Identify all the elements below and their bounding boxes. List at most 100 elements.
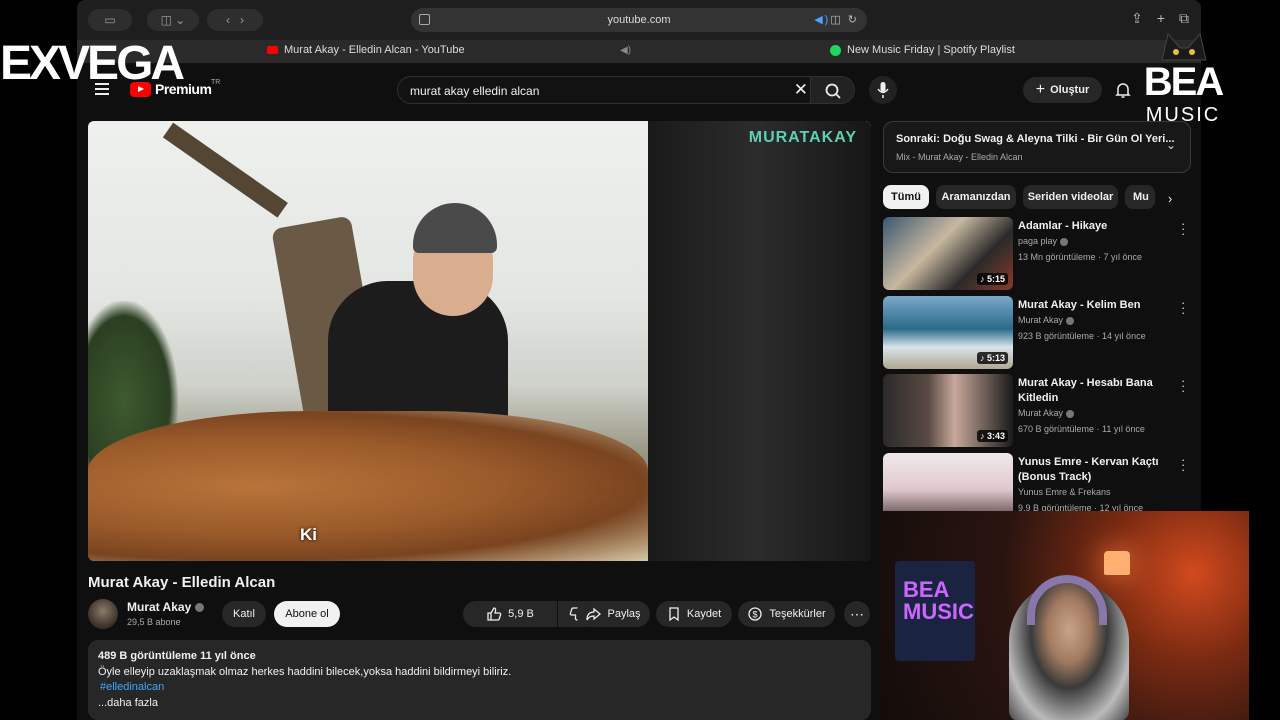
video-title[interactable]: Murat Akay - Hesabı Bana Kitledin xyxy=(1018,376,1178,406)
address-bar[interactable]: youtube.com ◀)◫ ↻ xyxy=(411,8,867,32)
more-vertical-icon[interactable]: · · · xyxy=(1181,374,1191,397)
chip-music[interactable]: Mu xyxy=(1125,185,1155,209)
subscribe-button[interactable]: Abone ol xyxy=(274,601,340,627)
clear-search-icon[interactable]: ✕ xyxy=(794,80,808,100)
hashtag-link[interactable]: #elledinalcan xyxy=(98,680,861,696)
chip-label: Seriden videolar xyxy=(1027,191,1114,203)
bea-music-logo: BEA MUSIC xyxy=(1138,30,1228,126)
view-count-date: 489 B görüntüleme 11 yıl önce xyxy=(98,650,256,662)
webcam-lamp xyxy=(1104,551,1130,575)
more-actions-button[interactable]: ⋯ xyxy=(844,601,870,627)
tab-overview-button[interactable]: ▭ xyxy=(88,9,132,31)
audio-reload-icons[interactable]: ◀)◫ ↻ xyxy=(814,13,859,26)
chevron-right-icon[interactable]: › xyxy=(1168,191,1172,206)
like-count: 5,9 B xyxy=(508,608,534,620)
up-next-panel[interactable]: Sonraki: Doğu Swag & Aleyna Tilki - Bir … xyxy=(883,121,1191,173)
chip-label: Mu xyxy=(1133,191,1149,203)
description-text: Öyle elleyip uzaklaşmak olmaz herkes had… xyxy=(98,665,512,678)
spotify-favicon-icon xyxy=(830,44,841,56)
url-text: youtube.com xyxy=(607,14,671,26)
music-text: MUSIC xyxy=(1145,104,1221,126)
speaker-icon[interactable]: ◀) xyxy=(620,45,631,56)
recommendation-item[interactable]: ♪ 5:15 Adamlar - Hikaye paga play 13 Mn … xyxy=(883,217,1201,291)
chip-all[interactable]: Tümü xyxy=(883,185,929,209)
search-value: murat akay elledin alcan xyxy=(410,84,540,98)
video-scene xyxy=(413,203,497,253)
recommendation-item[interactable]: ♪ 5:13 Murat Akay - Kelim Ben Murat Akay… xyxy=(883,296,1201,370)
thanks-button[interactable]: $ Teşekkürler xyxy=(738,601,835,627)
more-vertical-icon[interactable]: · · · xyxy=(1181,217,1191,240)
channel-link[interactable]: Murat Akay xyxy=(1018,408,1075,418)
tabs-icon[interactable]: ⧉ xyxy=(1179,10,1189,27)
create-button[interactable]: + Oluştur xyxy=(1023,77,1102,103)
voice-search-button[interactable] xyxy=(869,76,897,104)
page-menu-icon[interactable] xyxy=(419,14,430,25)
more-horizontal-icon: ⋯ xyxy=(850,605,864,622)
channel-avatar[interactable] xyxy=(88,599,118,629)
channel-link[interactable]: paga play xyxy=(1018,236,1069,246)
video-player[interactable]: MURATAKAY Ki xyxy=(88,121,871,561)
bookmark-icon xyxy=(669,607,679,622)
logo-region: TR xyxy=(211,79,221,86)
video-thumbnail[interactable]: ♪ 5:15 xyxy=(883,217,1013,290)
back-forward-buttons[interactable]: ‹ › xyxy=(207,9,263,31)
chevron-down-icon[interactable]: ⌄ xyxy=(1166,138,1176,152)
save-label: Kaydet xyxy=(686,608,722,620)
search-icon xyxy=(825,83,841,99)
video-title[interactable]: Yunus Emre - Kervan Kaçtı (Bonus Track) xyxy=(1018,455,1178,485)
channel-name[interactable]: Yunus Emre & Frekans xyxy=(1018,487,1111,497)
more-vertical-icon[interactable]: · · · xyxy=(1181,296,1191,319)
show-more-link[interactable]: ...daha fazla xyxy=(98,696,861,712)
channel-name: Murat Akay xyxy=(1018,315,1064,325)
microphone-icon xyxy=(877,82,889,98)
sidebar-toggle-button[interactable]: ◫ ⌄ xyxy=(147,9,199,31)
verified-icon xyxy=(1066,316,1075,325)
chip-from-search[interactable]: Aramanızdan xyxy=(936,185,1016,209)
search-input[interactable]: murat akay elledin alcan ✕ xyxy=(397,76,817,104)
headset xyxy=(1027,575,1107,625)
video-title[interactable]: Adamlar - Hikaye xyxy=(1018,219,1178,234)
verified-icon xyxy=(1066,409,1075,418)
chip-series[interactable]: Seriden videolar xyxy=(1023,185,1118,209)
duration-badge: ♪ 3:43 xyxy=(976,430,1008,442)
recommendation-item[interactable]: ♪ 3:43 Murat Akay - Hesabı Bana Kitledin… xyxy=(883,374,1201,448)
tab-title: New Music Friday | Spotify Playlist xyxy=(847,44,1015,56)
video-watermark: MURATAKAY xyxy=(748,129,857,146)
cat-logo-icon xyxy=(1161,32,1207,61)
duration-badge: ♪ 5:13 xyxy=(976,352,1008,364)
notifications-button[interactable] xyxy=(1113,80,1133,100)
thumbs-up-icon xyxy=(487,607,502,621)
duration-text: 3:43 xyxy=(986,431,1005,441)
new-tab-icon[interactable]: + xyxy=(1157,10,1165,27)
save-button[interactable]: Kaydet xyxy=(656,601,732,627)
tab-youtube[interactable]: Murat Akay - Elledin Alcan - YouTube xyxy=(267,44,465,56)
share-button[interactable]: Paylaş xyxy=(576,601,650,627)
more-vertical-icon[interactable]: · · · xyxy=(1181,453,1191,476)
tab-bar xyxy=(77,40,1201,64)
video-title[interactable]: Murat Akay - Kelim Ben xyxy=(1018,298,1178,313)
join-button[interactable]: Katıl xyxy=(222,601,266,627)
channel-name: paga play xyxy=(1018,236,1058,246)
youtube-header: Premium TR murat akay elledin alcan ✕ + … xyxy=(77,65,1201,115)
search-button[interactable] xyxy=(810,76,855,104)
video-scene xyxy=(648,121,871,561)
duration-text: 5:13 xyxy=(986,353,1005,363)
channel-link[interactable]: Murat Akay xyxy=(1018,315,1075,325)
tab-spotify[interactable]: New Music Friday | Spotify Playlist xyxy=(830,44,1015,56)
channel-name: Murat Akay xyxy=(127,600,192,614)
super-thanks-icon: $ xyxy=(748,607,763,621)
share-icon[interactable]: ⇪ xyxy=(1131,10,1143,27)
duration-text: 5:15 xyxy=(986,274,1005,284)
verified-icon xyxy=(1060,237,1069,246)
like-button[interactable]: 5,9 B xyxy=(463,601,557,627)
chip-label: Tümü xyxy=(891,191,921,203)
video-thumbnail[interactable]: ♪ 3:43 xyxy=(883,374,1013,447)
duration-badge: ♪ 5:15 xyxy=(976,273,1008,285)
video-thumbnail[interactable]: ♪ 5:13 xyxy=(883,296,1013,369)
plus-icon: + xyxy=(1035,81,1046,98)
channel-name-link[interactable]: Murat Akay xyxy=(127,600,205,614)
share-label: Paylaş xyxy=(607,608,641,620)
verified-icon xyxy=(195,603,205,613)
description-box[interactable]: 489 B görüntüleme 11 yıl önce Öyle elley… xyxy=(88,640,871,720)
subscriber-count: 29,5 B abone xyxy=(127,617,181,627)
